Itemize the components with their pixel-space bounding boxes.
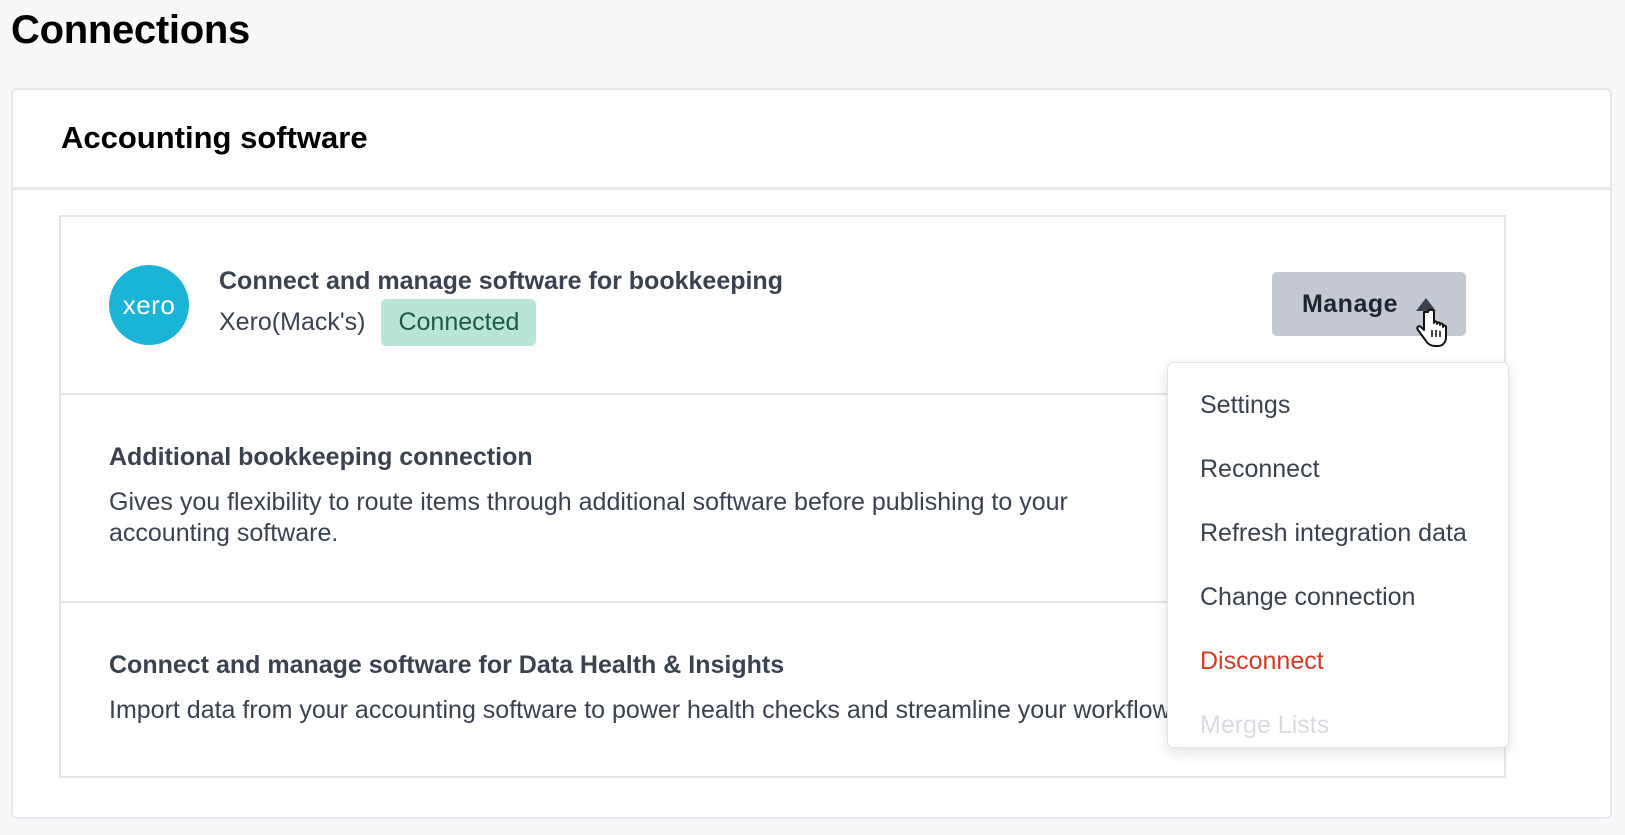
primary-connection-details: Xero(Mack's) Connected [219,299,537,346]
menu-item-reconnect[interactable]: Reconnect [1168,437,1508,501]
menu-item-change-connection[interactable]: Change connection [1168,565,1508,629]
manage-button-label: Manage [1301,289,1399,318]
additional-connection-title: Additional bookkeeping connection [109,443,533,471]
menu-item-disconnect[interactable]: Disconnect [1168,629,1508,693]
card-title: Accounting software [61,120,368,155]
page-title: Connections [11,8,250,52]
menu-item-merge-lists: Merge Lists [1200,710,1330,739]
insights-connection-description: Import data from your accounting softwar… [109,696,1169,724]
additional-connection-description: Gives you flexibility to route items thr… [109,488,1068,547]
xero-logo-text: xero [122,289,176,320]
primary-connection-title: Connect and manage software for bookkeep… [219,267,783,295]
menu-item-refresh-integration-data[interactable]: Refresh integration data [1168,501,1508,565]
org-name: Xero(Mack's) [219,308,366,336]
menu-item-settings[interactable]: Settings [1168,373,1508,437]
manage-menu: Settings Reconnect Refresh integration d… [1167,362,1509,748]
hand-cursor-icon [1416,308,1447,347]
xero-logo: xero [109,265,189,345]
insights-connection-title: Connect and manage software for Data Hea… [109,651,785,679]
card-header: Accounting software [13,90,1610,190]
status-badge: Connected [381,299,537,346]
